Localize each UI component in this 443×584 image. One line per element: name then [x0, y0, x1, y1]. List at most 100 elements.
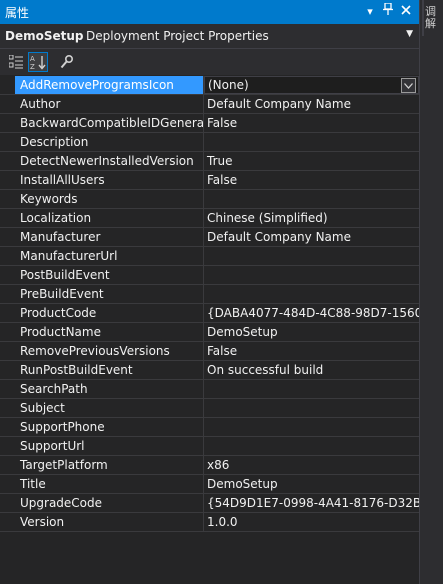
property-name[interactable]: Title	[15, 475, 203, 493]
close-icon[interactable]	[398, 3, 414, 21]
property-pages-icon[interactable]	[57, 52, 77, 72]
property-row[interactable]: PostBuildEvent	[0, 266, 419, 285]
property-name[interactable]: SearchPath	[15, 380, 203, 398]
property-value[interactable]: DemoSetup	[204, 323, 419, 341]
property-value-text: {54D9D1E7-0998-4A41-8176-D32B0E	[207, 496, 419, 510]
property-row[interactable]: PreBuildEvent	[0, 285, 419, 304]
property-value[interactable]	[204, 380, 419, 398]
property-value-text: On successful build	[207, 363, 324, 377]
object-selector[interactable]: DemoSetup Deployment Project Properties …	[0, 24, 419, 49]
property-value-text: Default Company Name	[207, 97, 351, 111]
property-row[interactable]: AddRemoveProgramsIcon (None)	[0, 76, 419, 95]
property-value-text: False	[207, 344, 238, 358]
property-value[interactable]: (None)	[204, 76, 419, 94]
chevron-down-icon	[404, 82, 413, 89]
property-value[interactable]: False	[204, 342, 419, 360]
property-row[interactable]: Manufacturer Default Company Name	[0, 228, 419, 247]
property-value[interactable]	[204, 247, 419, 265]
property-value[interactable]	[204, 437, 419, 455]
side-tab-label[interactable]: 调 解	[425, 6, 439, 30]
property-row[interactable]: Version 1.0.0	[0, 513, 419, 532]
svg-text:Z: Z	[30, 63, 35, 70]
property-row[interactable]: SupportUrl	[0, 437, 419, 456]
property-row[interactable]: Author Default Company Name	[0, 95, 419, 114]
property-name[interactable]: Manufacturer	[15, 228, 203, 246]
property-name[interactable]: Version	[15, 513, 203, 531]
side-tab-strip[interactable]: 调 解	[419, 0, 443, 584]
property-row[interactable]: RemovePreviousVersions False	[0, 342, 419, 361]
property-name[interactable]: SupportUrl	[15, 437, 203, 455]
pin-icon[interactable]	[380, 2, 396, 21]
property-value[interactable]	[204, 285, 419, 303]
property-value[interactable]	[204, 399, 419, 417]
property-name[interactable]: ProductName	[15, 323, 203, 341]
property-value[interactable]: Default Company Name	[204, 95, 419, 113]
categorized-icon[interactable]	[6, 52, 26, 72]
property-row[interactable]: BackwardCompatibleIDGenerat False	[0, 114, 419, 133]
property-value[interactable]: On successful build	[204, 361, 419, 379]
property-value[interactable]: {54D9D1E7-0998-4A41-8176-D32B0E	[204, 494, 419, 512]
property-name[interactable]: InstallAllUsers	[15, 171, 203, 189]
property-value-text: Chinese (Simplified)	[207, 211, 328, 225]
property-name[interactable]: ManufacturerUrl	[15, 247, 203, 265]
property-value-text: Default Company Name	[207, 230, 351, 244]
property-value[interactable]: False	[204, 171, 419, 189]
property-value[interactable]	[204, 133, 419, 151]
property-row[interactable]: Title DemoSetup	[0, 475, 419, 494]
property-grid: AddRemoveProgramsIcon (None) Author Default…	[0, 76, 419, 532]
property-name[interactable]: AddRemoveProgramsIcon	[15, 76, 203, 94]
property-row[interactable]: Description	[0, 133, 419, 152]
property-value[interactable]: {DABA4077-484D-4C88-98D7-1560E	[204, 304, 419, 322]
property-name[interactable]: Author	[15, 95, 203, 113]
property-value[interactable]: Chinese (Simplified)	[204, 209, 419, 227]
property-row[interactable]: UpgradeCode {54D9D1E7-0998-4A41-8176-D32B…	[0, 494, 419, 513]
alphabetical-icon[interactable]: A Z	[28, 52, 48, 72]
property-value-text: False	[207, 116, 238, 130]
property-value[interactable]: True	[204, 152, 419, 170]
property-name[interactable]: Localization	[15, 209, 203, 227]
chevron-down-icon[interactable]: ▼	[406, 29, 413, 39]
property-name[interactable]: PostBuildEvent	[15, 266, 203, 284]
properties-toolbar: A Z	[0, 49, 419, 75]
property-name[interactable]: TargetPlatform	[15, 456, 203, 474]
property-row[interactable]: RunPostBuildEvent On successful build	[0, 361, 419, 380]
property-value-text: 1.0.0	[207, 515, 238, 529]
property-name[interactable]: SupportPhone	[15, 418, 203, 436]
property-name[interactable]: Description	[15, 133, 203, 151]
property-value-text: False	[207, 173, 238, 187]
property-name[interactable]: PreBuildEvent	[15, 285, 203, 303]
property-name[interactable]: Subject	[15, 399, 203, 417]
property-value[interactable]	[204, 190, 419, 208]
property-row[interactable]: Keywords	[0, 190, 419, 209]
side-tab-indicator	[422, 0, 424, 36]
value-dropdown-button[interactable]	[401, 78, 416, 93]
property-value[interactable]	[204, 266, 419, 284]
property-name[interactable]: Keywords	[15, 190, 203, 208]
property-name[interactable]: BackwardCompatibleIDGenerat	[15, 114, 203, 132]
property-row[interactable]: InstallAllUsers False	[0, 171, 419, 190]
property-value[interactable]: DemoSetup	[204, 475, 419, 493]
property-value[interactable]: 1.0.0	[204, 513, 419, 531]
property-value-text: (None)	[208, 78, 249, 92]
property-name[interactable]: RunPostBuildEvent	[15, 361, 203, 379]
property-row[interactable]: ProductCode {DABA4077-484D-4C88-98D7-1560…	[0, 304, 419, 323]
property-value[interactable]: x86	[204, 456, 419, 474]
property-row[interactable]: DetectNewerInstalledVersion True	[0, 152, 419, 171]
property-row[interactable]: SupportPhone	[0, 418, 419, 437]
property-row[interactable]: ManufacturerUrl	[0, 247, 419, 266]
property-name[interactable]: UpgradeCode	[15, 494, 203, 512]
property-value[interactable]: Default Company Name	[204, 228, 419, 246]
property-row[interactable]: SearchPath	[0, 380, 419, 399]
property-name[interactable]: ProductCode	[15, 304, 203, 322]
window-title-bar[interactable]: 属性 ▾	[0, 0, 419, 24]
dropdown-menu-icon[interactable]: ▾	[362, 3, 378, 21]
property-value-text: {DABA4077-484D-4C88-98D7-1560E	[207, 306, 419, 320]
property-row[interactable]: TargetPlatform x86	[0, 456, 419, 475]
property-row[interactable]: ProductName DemoSetup	[0, 323, 419, 342]
property-name[interactable]: RemovePreviousVersions	[15, 342, 203, 360]
property-row[interactable]: Subject	[0, 399, 419, 418]
property-name[interactable]: DetectNewerInstalledVersion	[15, 152, 203, 170]
property-value[interactable]: False	[204, 114, 419, 132]
property-row[interactable]: Localization Chinese (Simplified)	[0, 209, 419, 228]
property-value[interactable]	[204, 418, 419, 436]
